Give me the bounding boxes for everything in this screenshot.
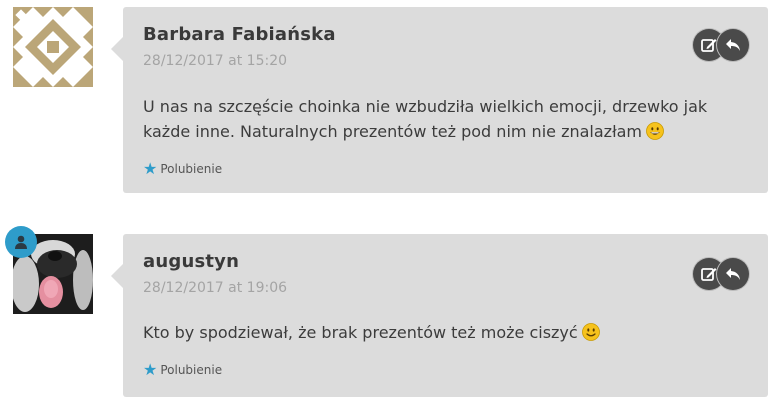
comment-author[interactable]: augustyn: [143, 251, 239, 272]
comment-author[interactable]: Barbara Fabiańska: [143, 24, 336, 45]
edit-icon: [701, 39, 717, 52]
comment-text: U nas na szczęście choinka nie wzbudziła…: [143, 94, 743, 147]
comment: augustyn 28/12/2017 at 19:06 Kto by spod…: [0, 226, 777, 404]
user-badge: [5, 226, 37, 258]
comment: Barbara Fabiańska 28/12/2017 at 15:20 U …: [0, 0, 777, 200]
user-icon: [15, 235, 27, 249]
like-label: Polubienie: [160, 363, 223, 377]
comment-text-content: Kto by spodziewał, że brak prezentów też…: [143, 323, 578, 342]
comment-date[interactable]: 28/12/2017 at 19:06: [143, 280, 287, 296]
like-label: Polubienie: [160, 162, 223, 176]
star-icon: ★: [143, 360, 158, 379]
star-icon: ★: [143, 159, 158, 178]
reply-icon: [726, 39, 740, 51]
smiling-face-icon: [581, 323, 600, 348]
like-button[interactable]: ★ Polubienie: [143, 362, 222, 378]
comment-actions: [693, 258, 753, 290]
reply-button[interactable]: [717, 258, 749, 290]
comment-date[interactable]: 28/12/2017 at 15:20: [143, 53, 287, 69]
reply-button[interactable]: [717, 29, 749, 61]
avatar: [13, 7, 93, 87]
comment-bubble: Barbara Fabiańska 28/12/2017 at 15:20 U …: [111, 7, 768, 193]
grinning-face-icon: [646, 122, 664, 147]
comment-actions: [693, 29, 753, 61]
like-button[interactable]: ★ Polubienie: [143, 161, 222, 177]
edit-icon: [701, 268, 717, 281]
identicon-avatar: [13, 7, 93, 87]
reply-icon: [726, 268, 740, 280]
comment-text: Kto by spodziewał, że brak prezentów też…: [143, 320, 743, 348]
comment-text-content: U nas na szczęście choinka nie wzbudziła…: [143, 97, 708, 141]
avatar: [5, 226, 93, 314]
comment-bubble: augustyn 28/12/2017 at 19:06 Kto by spod…: [111, 234, 768, 397]
